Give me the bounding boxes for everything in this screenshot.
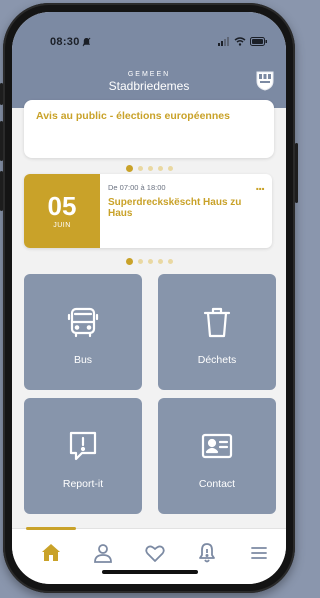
carousel-dot[interactable] <box>137 166 143 171</box>
event-date-block: 05 JUIN <box>24 174 100 248</box>
tile-dechets[interactable]: Déchets <box>158 274 276 390</box>
carousel-dot[interactable] <box>167 166 173 171</box>
app-screen: 08:30 GEMEEN Stadbriedemes Avis au publi… <box>12 12 286 584</box>
event-title: Superdreckskëscht Haus zu Haus <box>108 197 242 219</box>
active-tab-indicator <box>26 527 76 530</box>
app-brand: GEMEEN Stadbriedemes <box>12 70 286 93</box>
event-more-button[interactable]: ... <box>255 177 265 193</box>
profile-icon[interactable] <box>91 541 115 565</box>
event-card[interactable]: 05 JUIN De 07:00 à 18:00 Superdreckskësc… <box>24 174 272 248</box>
tile-dechets-label: Déchets <box>197 354 237 366</box>
signal-icon <box>218 37 229 46</box>
event-day: 05 <box>47 191 77 221</box>
trash-icon <box>203 307 231 338</box>
tile-bus-label: Bus <box>73 354 93 366</box>
notifications-icon[interactable] <box>195 541 219 565</box>
carousel-dot[interactable] <box>125 258 133 265</box>
battery-icon <box>250 37 267 46</box>
tile-report-it[interactable]: Report-it <box>24 398 142 514</box>
event-time-range: De 07:00 à 18:00 <box>108 183 166 192</box>
home-icon[interactable] <box>39 541 63 565</box>
side-button-volume-down <box>0 171 3 211</box>
municipality-crest-icon[interactable] <box>256 71 274 91</box>
report-icon <box>69 431 97 461</box>
news-title: Avis au public - élections européennes <box>36 110 230 122</box>
tile-report-label: Report-it <box>62 478 104 490</box>
news-carousel-dots <box>12 165 286 172</box>
carousel-dot[interactable] <box>157 166 163 171</box>
status-bar: 08:30 <box>12 36 286 52</box>
menu-icon[interactable] <box>247 541 271 565</box>
side-button-volume-up <box>0 121 3 161</box>
carousel-dot[interactable] <box>157 259 163 264</box>
tile-bus[interactable]: Bus <box>24 274 142 390</box>
carousel-dot[interactable] <box>125 165 133 172</box>
brand-title: Stadbriedemes <box>108 79 190 93</box>
carousel-dot[interactable] <box>147 166 153 171</box>
tile-contact[interactable]: Contact <box>158 398 276 514</box>
home-indicator[interactable] <box>102 570 198 574</box>
phone-frame: 08:30 GEMEEN Stadbriedemes Avis au publi… <box>0 3 298 593</box>
notification-bell-icon <box>82 37 91 47</box>
bottom-tab-bar <box>12 527 286 584</box>
tile-contact-label: Contact <box>198 478 236 490</box>
favorites-icon[interactable] <box>143 541 167 565</box>
carousel-dot[interactable] <box>147 259 153 264</box>
carousel-dot[interactable] <box>137 259 143 264</box>
event-carousel-dots <box>12 258 286 265</box>
app-header: 08:30 GEMEEN Stadbriedemes <box>12 12 286 108</box>
status-time: 08:30 <box>50 36 80 48</box>
wifi-icon <box>234 37 246 46</box>
bus-icon <box>67 307 99 338</box>
brand-subtitle: GEMEEN <box>127 71 171 78</box>
side-button-power <box>295 143 298 203</box>
event-month: JUIN <box>53 222 71 229</box>
news-card[interactable]: Avis au public - élections européennes <box>24 100 274 158</box>
contact-card-icon <box>201 433 233 459</box>
status-icons <box>218 37 268 46</box>
carousel-dot[interactable] <box>167 259 173 264</box>
side-button-mute <box>0 83 3 105</box>
